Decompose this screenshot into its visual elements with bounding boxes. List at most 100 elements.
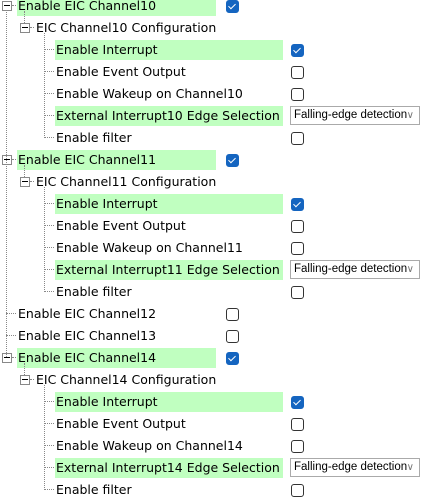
tree-row[interactable]: Enable Interrupt: [0, 39, 423, 61]
tree-row[interactable]: External Interrupt14 Edge Selection Falli…: [0, 457, 423, 479]
tree-row[interactable]: Enable Wakeup on Channel10: [0, 83, 423, 105]
tree-row[interactable]: Enable EIC Channel11: [0, 149, 423, 171]
row-label: EIC Channel11 Configuration: [36, 174, 217, 189]
chevron-down-icon: ∨: [406, 462, 414, 473]
checkbox[interactable]: [291, 396, 304, 409]
tree-connector: [44, 269, 54, 270]
collapse-icon[interactable]: [20, 375, 30, 385]
dropdown-value: Falling-edge detection: [294, 263, 408, 275]
row-label: Enable Event Output: [56, 416, 186, 431]
tree-connector: [44, 247, 54, 248]
tree-connector: [6, 10, 7, 357]
tree-row[interactable]: Enable EIC Channel14: [0, 347, 423, 369]
tree-connector: [30, 181, 34, 182]
tree-row[interactable]: External Interrupt11 Edge Selection Falli…: [0, 259, 423, 281]
tree-row[interactable]: External Interrupt10 Edge Selection Falli…: [0, 105, 423, 127]
tree-row[interactable]: EIC Channel14 Configuration: [0, 369, 423, 391]
tree-connector: [24, 11, 25, 23]
collapse-icon[interactable]: [2, 155, 12, 165]
row-label: Enable filter: [56, 482, 132, 497]
row-label: Enable EIC Channel11: [18, 152, 157, 167]
tree-row[interactable]: Enable filter: [0, 127, 423, 149]
checkbox[interactable]: [226, 154, 239, 167]
checkbox[interactable]: [291, 440, 304, 453]
tree-connector: [12, 159, 16, 160]
collapse-icon[interactable]: [20, 23, 30, 33]
tree-connector: [44, 401, 54, 402]
checkbox[interactable]: [226, 0, 239, 13]
checkbox[interactable]: [291, 242, 304, 255]
row-label: Enable Wakeup on Channel14: [56, 438, 243, 453]
row-label: EIC Channel14 Configuration: [36, 372, 217, 387]
row-label: External Interrupt10 Edge Selection: [56, 108, 280, 123]
chevron-down-icon: ∨: [406, 264, 414, 275]
tree-connector: [44, 291, 54, 292]
checkbox[interactable]: [226, 308, 239, 321]
tree-row[interactable]: Enable Wakeup on Channel11: [0, 237, 423, 259]
collapse-icon[interactable]: [20, 177, 30, 187]
tree-row[interactable]: Enable filter: [0, 479, 423, 501]
checkbox[interactable]: [291, 132, 304, 145]
tree-connector: [12, 357, 16, 358]
tree-connector: [44, 203, 54, 204]
checkbox[interactable]: [291, 44, 304, 57]
tree-row[interactable]: Enable Wakeup on Channel14: [0, 435, 423, 457]
tree-connector: [44, 137, 54, 138]
checkbox[interactable]: [291, 220, 304, 233]
row-label: Enable Interrupt: [56, 42, 158, 57]
checkbox[interactable]: [291, 418, 304, 431]
tree-row[interactable]: Enable Event Output: [0, 61, 423, 83]
checkbox[interactable]: [291, 286, 304, 299]
tree-connector: [24, 165, 25, 177]
checkbox[interactable]: [291, 66, 304, 79]
tree-connector: [44, 115, 54, 116]
row-label: Enable filter: [56, 284, 132, 299]
tree-connector: [30, 379, 34, 380]
tree-connector: [30, 27, 34, 28]
tree-connector: [6, 335, 16, 336]
tree-connector: [44, 225, 54, 226]
row-label: EIC Channel10 Configuration: [36, 20, 217, 35]
checkbox[interactable]: [291, 88, 304, 101]
tree-row[interactable]: Enable Interrupt: [0, 193, 423, 215]
collapse-icon[interactable]: [2, 1, 12, 11]
tree-connector: [44, 385, 45, 490]
tree-connector: [12, 5, 16, 6]
checkbox[interactable]: [291, 198, 304, 211]
checkbox[interactable]: [226, 352, 239, 365]
row-label: Enable Event Output: [56, 64, 186, 79]
row-label: Enable EIC Channel12: [18, 306, 157, 321]
tree-row[interactable]: Enable EIC Channel10: [0, 0, 423, 17]
tree-row[interactable]: Enable Event Output: [0, 413, 423, 435]
tree-connector: [44, 33, 45, 138]
tree-row[interactable]: Enable Interrupt: [0, 391, 423, 413]
tree-connector: [44, 489, 54, 490]
tree-connector: [44, 93, 54, 94]
row-label: Enable Interrupt: [56, 196, 158, 211]
tree-row[interactable]: Enable EIC Channel13: [0, 325, 423, 347]
tree-connector: [44, 49, 54, 50]
tree-row[interactable]: EIC Channel11 Configuration: [0, 171, 423, 193]
dropdown-value: Falling-edge detection: [294, 461, 408, 473]
edge-selection-dropdown[interactable]: Falling-edge detection ∨: [290, 458, 420, 477]
tree-row[interactable]: Enable filter: [0, 281, 423, 303]
tree-row[interactable]: EIC Channel10 Configuration: [0, 17, 423, 39]
edge-selection-dropdown[interactable]: Falling-edge detection ∨: [290, 106, 420, 125]
collapse-icon[interactable]: [2, 353, 12, 363]
edge-selection-dropdown[interactable]: Falling-edge detection ∨: [290, 260, 420, 279]
tree-connector: [44, 187, 45, 292]
checkbox[interactable]: [291, 484, 304, 497]
tree-row[interactable]: Enable EIC Channel12: [0, 303, 423, 325]
row-label: Enable filter: [56, 130, 132, 145]
row-label: Enable EIC Channel10: [18, 0, 157, 13]
tree-connector: [44, 445, 54, 446]
tree-connector: [24, 363, 25, 375]
tree-row[interactable]: Enable Event Output: [0, 215, 423, 237]
row-label: Enable Event Output: [56, 218, 186, 233]
tree-connector: [6, 313, 16, 314]
row-label: Enable Interrupt: [56, 394, 158, 409]
tree-connector: [44, 71, 54, 72]
checkbox[interactable]: [226, 330, 239, 343]
row-label: Enable EIC Channel13: [18, 328, 157, 343]
row-label: Enable Wakeup on Channel10: [56, 86, 243, 101]
